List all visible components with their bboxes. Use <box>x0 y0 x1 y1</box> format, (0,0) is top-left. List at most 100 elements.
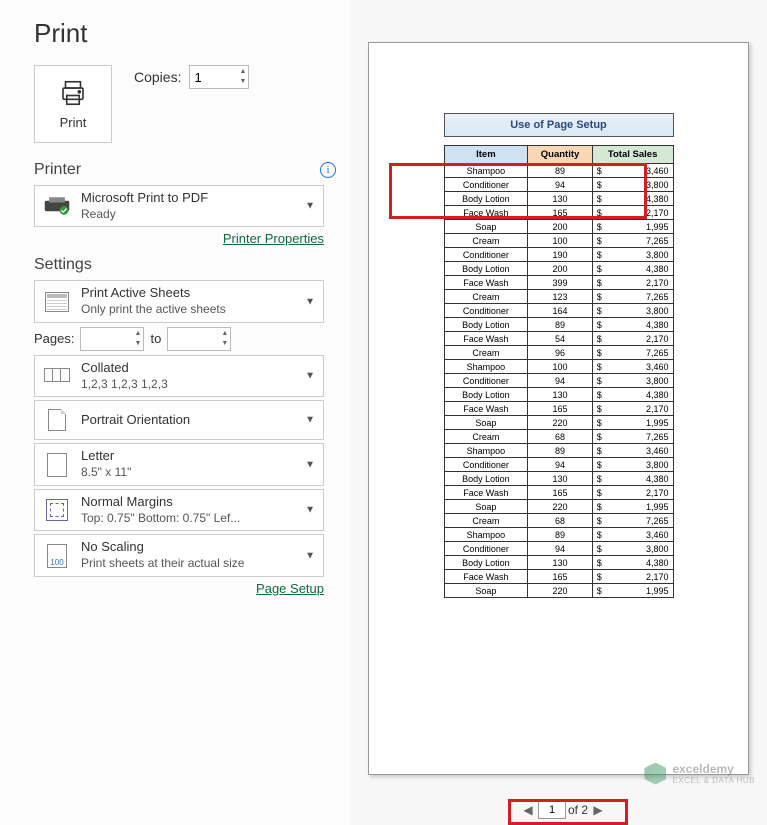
chevron-down-icon: ▼ <box>305 415 315 426</box>
col-quantity: Quantity <box>528 146 593 164</box>
printer-properties-link[interactable]: Printer Properties <box>223 231 324 246</box>
portrait-icon <box>43 406 71 434</box>
page-total-label: of 2 <box>568 803 588 817</box>
scaling-sub: Print sheets at their actual size <box>81 556 244 572</box>
table-row: Body Lotion1304,380 <box>444 388 673 402</box>
table-row: Cream687,265 <box>444 514 673 528</box>
pages-from-spinbox[interactable]: ▲▼ <box>80 327 144 351</box>
orientation-title: Portrait Orientation <box>81 412 190 429</box>
col-total-sales: Total Sales <box>592 146 673 164</box>
paper-title: Letter <box>81 448 131 465</box>
pages-to-spinbox[interactable]: ▲▼ <box>167 327 231 351</box>
table-row: Face Wash1652,170 <box>444 402 673 416</box>
chevron-down-icon: ▼ <box>305 201 315 212</box>
printer-selector[interactable]: Microsoft Print to PDF Ready ▼ <box>34 185 324 227</box>
settings-section-title: Settings <box>34 256 92 274</box>
margins-icon <box>43 496 71 524</box>
print-options-panel: Print Print Copies: ▲▼ <box>0 0 350 825</box>
print-button[interactable]: Print <box>34 65 112 143</box>
table-row: Body Lotion1304,380 <box>444 472 673 486</box>
copies-label: Copies: <box>134 69 181 85</box>
scaling-selector[interactable]: 100 No Scaling Print sheets at their act… <box>34 534 324 576</box>
printer-name: Microsoft Print to PDF <box>81 190 208 207</box>
table-row: Body Lotion2004,380 <box>444 262 673 276</box>
paper-sub: 8.5" x 11" <box>81 465 131 481</box>
table-row: Cream967,265 <box>444 346 673 360</box>
table-row: Soap2201,995 <box>444 584 673 598</box>
scaling-icon: 100 <box>43 542 71 570</box>
page-navigator: ◀ of 2 ▶ <box>520 801 606 819</box>
print-area-selector[interactable]: Print Active Sheets Only print the activ… <box>34 280 324 322</box>
watermark-brand: exceldemy <box>672 762 755 776</box>
page-title: Print <box>34 18 336 49</box>
info-icon[interactable]: i <box>320 162 336 178</box>
preview-table: Item Quantity Total Sales Shampoo893,460… <box>444 145 674 598</box>
table-row: Face Wash1652,170 <box>444 206 673 220</box>
watermark-logo-icon <box>644 763 666 785</box>
paper-size-selector[interactable]: Letter 8.5" x 11" ▼ <box>34 443 324 485</box>
watermark: exceldemy EXCEL & DATA HUB <box>644 762 755 785</box>
margins-sub: Top: 0.75" Bottom: 0.75" Lef... <box>81 511 240 527</box>
printer-status: Ready <box>81 207 208 223</box>
table-row: Shampoo893,460 <box>444 164 673 178</box>
sheets-icon <box>43 288 71 316</box>
collation-title: Collated <box>81 360 168 377</box>
chevron-down-icon: ▼ <box>305 550 315 561</box>
table-row: Soap2201,995 <box>444 500 673 514</box>
preview-page: Use of Page Setup Item Quantity Total Sa… <box>368 42 749 775</box>
table-row: Cream1007,265 <box>444 234 673 248</box>
current-page-input[interactable] <box>538 801 566 819</box>
copies-input[interactable] <box>190 66 228 88</box>
pages-to-input[interactable] <box>168 328 206 350</box>
page-setup-link[interactable]: Page Setup <box>256 581 324 596</box>
printer-device-icon <box>43 192 71 220</box>
table-row: Cream687,265 <box>444 430 673 444</box>
table-row: Soap2201,995 <box>444 416 673 430</box>
table-row: Shampoo893,460 <box>444 528 673 542</box>
chevron-down-icon: ▼ <box>305 371 315 382</box>
pages-to-label: to <box>150 331 161 346</box>
table-row: Conditioner943,800 <box>444 458 673 472</box>
table-row: Conditioner943,800 <box>444 374 673 388</box>
print-preview-panel: Use of Page Setup Item Quantity Total Sa… <box>350 0 767 825</box>
sheet-title: Use of Page Setup <box>444 113 674 137</box>
copies-down[interactable]: ▼ <box>240 77 247 87</box>
collated-icon <box>43 362 71 390</box>
table-row: Conditioner1643,800 <box>444 304 673 318</box>
pages-label: Pages: <box>34 331 74 346</box>
copies-up[interactable]: ▲ <box>240 67 247 77</box>
watermark-tagline: EXCEL & DATA HUB <box>672 776 755 785</box>
chevron-down-icon: ▼ <box>305 296 315 307</box>
letter-icon <box>43 451 71 479</box>
table-row: Face Wash1652,170 <box>444 486 673 500</box>
orientation-selector[interactable]: Portrait Orientation ▼ <box>34 400 324 440</box>
table-row: Conditioner943,800 <box>444 178 673 192</box>
margins-selector[interactable]: Normal Margins Top: 0.75" Bottom: 0.75" … <box>34 489 324 531</box>
table-row: Conditioner943,800 <box>444 542 673 556</box>
table-row: Shampoo893,460 <box>444 444 673 458</box>
print-button-label: Print <box>60 115 87 130</box>
next-page-button[interactable]: ▶ <box>590 803 606 817</box>
table-row: Body Lotion894,380 <box>444 318 673 332</box>
prev-page-button[interactable]: ◀ <box>520 803 536 817</box>
print-area-title: Print Active Sheets <box>81 285 226 302</box>
table-row: Face Wash1652,170 <box>444 570 673 584</box>
pages-from-input[interactable] <box>81 328 119 350</box>
table-row: Body Lotion1304,380 <box>444 192 673 206</box>
copies-spinbox[interactable]: ▲▼ <box>189 65 249 89</box>
table-row: Conditioner1903,800 <box>444 248 673 262</box>
table-row: Soap2001,995 <box>444 220 673 234</box>
collation-sub: 1,2,3 1,2,3 1,2,3 <box>81 377 168 393</box>
table-row: Shampoo1003,460 <box>444 360 673 374</box>
chevron-down-icon: ▼ <box>305 459 315 470</box>
col-item: Item <box>444 146 528 164</box>
table-row: Face Wash3992,170 <box>444 276 673 290</box>
margins-title: Normal Margins <box>81 494 240 511</box>
collation-selector[interactable]: Collated 1,2,3 1,2,3 1,2,3 ▼ <box>34 355 324 397</box>
table-row: Face Wash542,170 <box>444 332 673 346</box>
printer-section-title: Printer <box>34 161 81 179</box>
chevron-down-icon: ▼ <box>305 505 315 516</box>
scaling-title: No Scaling <box>81 539 244 556</box>
print-area-sub: Only print the active sheets <box>81 302 226 318</box>
table-row: Cream1237,265 <box>444 290 673 304</box>
